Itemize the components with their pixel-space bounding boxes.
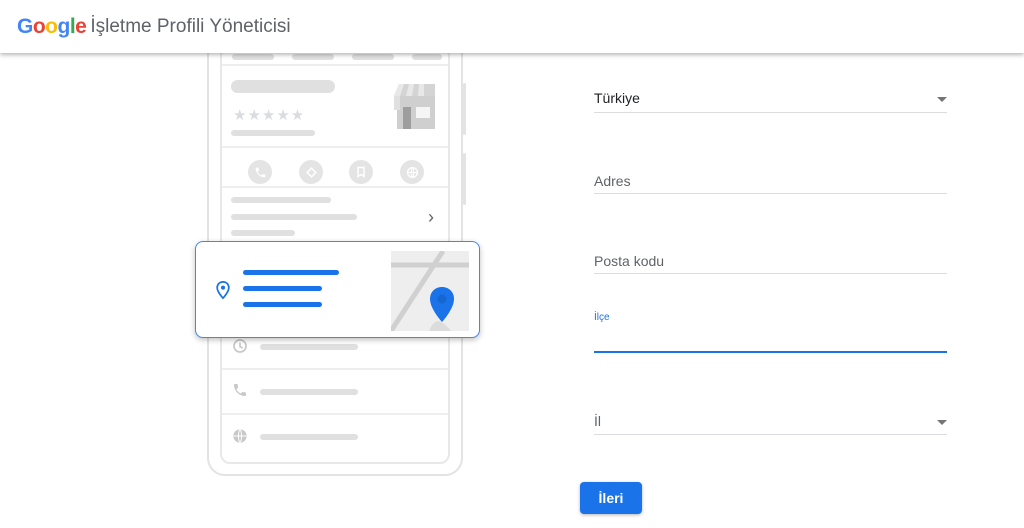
rating-stars: ★★★★★ [233,107,306,124]
field-underline [594,193,947,194]
logo-letter: o [32,14,46,38]
product-title: İşletme Profili Yöneticisi [90,15,291,37]
divider [222,413,448,415]
field-underline-active [594,351,947,353]
country-value: Türkiye [594,90,640,106]
logo-letter: G [17,14,33,38]
dropdown-arrow-icon[interactable] [937,420,947,425]
province-select[interactable]: İl [594,409,947,436]
postal-code-field[interactable]: Posta kodu [594,248,947,274]
placeholder-tab [412,54,442,60]
placeholder-title [231,80,335,93]
logo-letter: o [45,14,58,38]
google-logo[interactable]: Google [17,14,87,39]
field-underline [594,434,947,435]
chevron-right-icon: › [428,207,434,227]
web-icon [400,160,424,184]
globe-icon [232,428,248,449]
placeholder-line [231,130,315,136]
placeholder-tab [352,54,394,60]
phone-icon [248,160,272,184]
divider [222,64,448,66]
country-select[interactable]: Türkiye [594,86,947,113]
location-pin-icon [216,280,230,304]
field-underline [594,112,947,113]
phone-side-button [463,83,466,135]
call-icon [232,382,248,403]
field-underline [594,273,947,274]
province-placeholder: İl [594,413,601,429]
address-field[interactable]: Adres [594,168,947,194]
placeholder-line [260,344,358,350]
postal-code-placeholder: Posta kodu [594,253,665,269]
storefront-icon [389,82,439,130]
logo-letter: g [57,14,71,38]
next-button[interactable]: İleri [580,482,642,514]
divider [222,186,448,188]
placeholder-line [231,214,357,220]
phone-side-button [463,153,466,205]
divider [222,146,448,148]
clock-icon [232,338,248,359]
placeholder-line [231,230,295,236]
placeholder-tab [292,54,334,60]
dropdown-arrow-icon[interactable] [937,97,947,102]
directions-icon [299,160,323,184]
top-app-bar: Google İşletme Profili Yöneticisi [0,0,1024,53]
placeholder-line [260,434,358,440]
placeholder-tab [232,54,274,60]
placeholder-line [260,389,358,395]
placeholder-address-line [243,270,339,275]
district-floating-label: İlçe [594,312,610,323]
district-field[interactable]: İlçe [594,310,947,354]
placeholder-address-line [243,302,322,307]
address-placeholder: Adres [594,173,631,189]
map-thumbnail [391,251,469,331]
bookmark-icon [349,160,373,184]
placeholder-address-line [243,286,322,291]
divider [222,368,448,370]
location-card [195,241,480,338]
placeholder-line [231,197,331,203]
logo-letter: e [75,14,87,38]
